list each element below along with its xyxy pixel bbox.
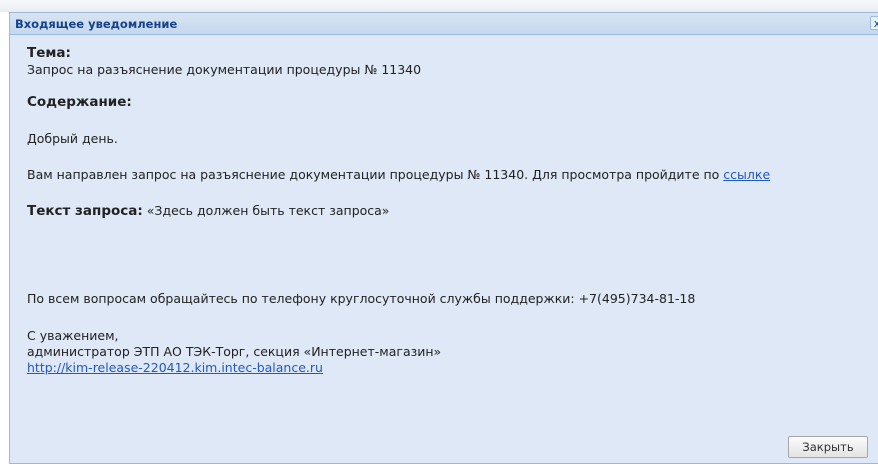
request-label: Текст запроса:	[27, 203, 143, 219]
site-link[interactable]: http://kim-release-220412.kim.intec-bala…	[27, 360, 323, 375]
close-icon[interactable]: x	[870, 16, 878, 30]
request-paragraph: Текст запроса: «Здесь должен быть текст …	[27, 203, 389, 219]
subject-text: Запрос на разъяснение документации проце…	[27, 62, 422, 77]
close-button[interactable]: Закрыть	[788, 436, 868, 458]
notification-body: Тема: Запрос на разъяснение документации…	[16, 42, 878, 426]
support-text: По всем вопросам обращайтесь по телефону…	[27, 291, 696, 306]
message-link[interactable]: ссылке	[723, 167, 770, 182]
background-strip	[0, 0, 878, 12]
message-paragraph: Вам направлен запрос на разъяснение доку…	[27, 167, 770, 182]
window-title: Входящее уведомление	[15, 17, 178, 31]
subject-label: Тема:	[27, 45, 71, 61]
regards-text: С уважением,	[27, 328, 119, 343]
content-label: Содержание:	[27, 94, 132, 110]
signature-text: администратор ЭТП АО ТЭК-Торг, секция «И…	[27, 344, 442, 359]
message-text: Вам направлен запрос на разъяснение доку…	[27, 167, 720, 182]
greeting-text: Добрый день.	[27, 131, 118, 146]
request-text: «Здесь должен быть текст запроса»	[146, 203, 390, 218]
window-titlebar[interactable]: Входящее уведомление x	[10, 13, 878, 35]
notification-window: Входящее уведомление x Тема: Запрос на р…	[9, 12, 878, 464]
